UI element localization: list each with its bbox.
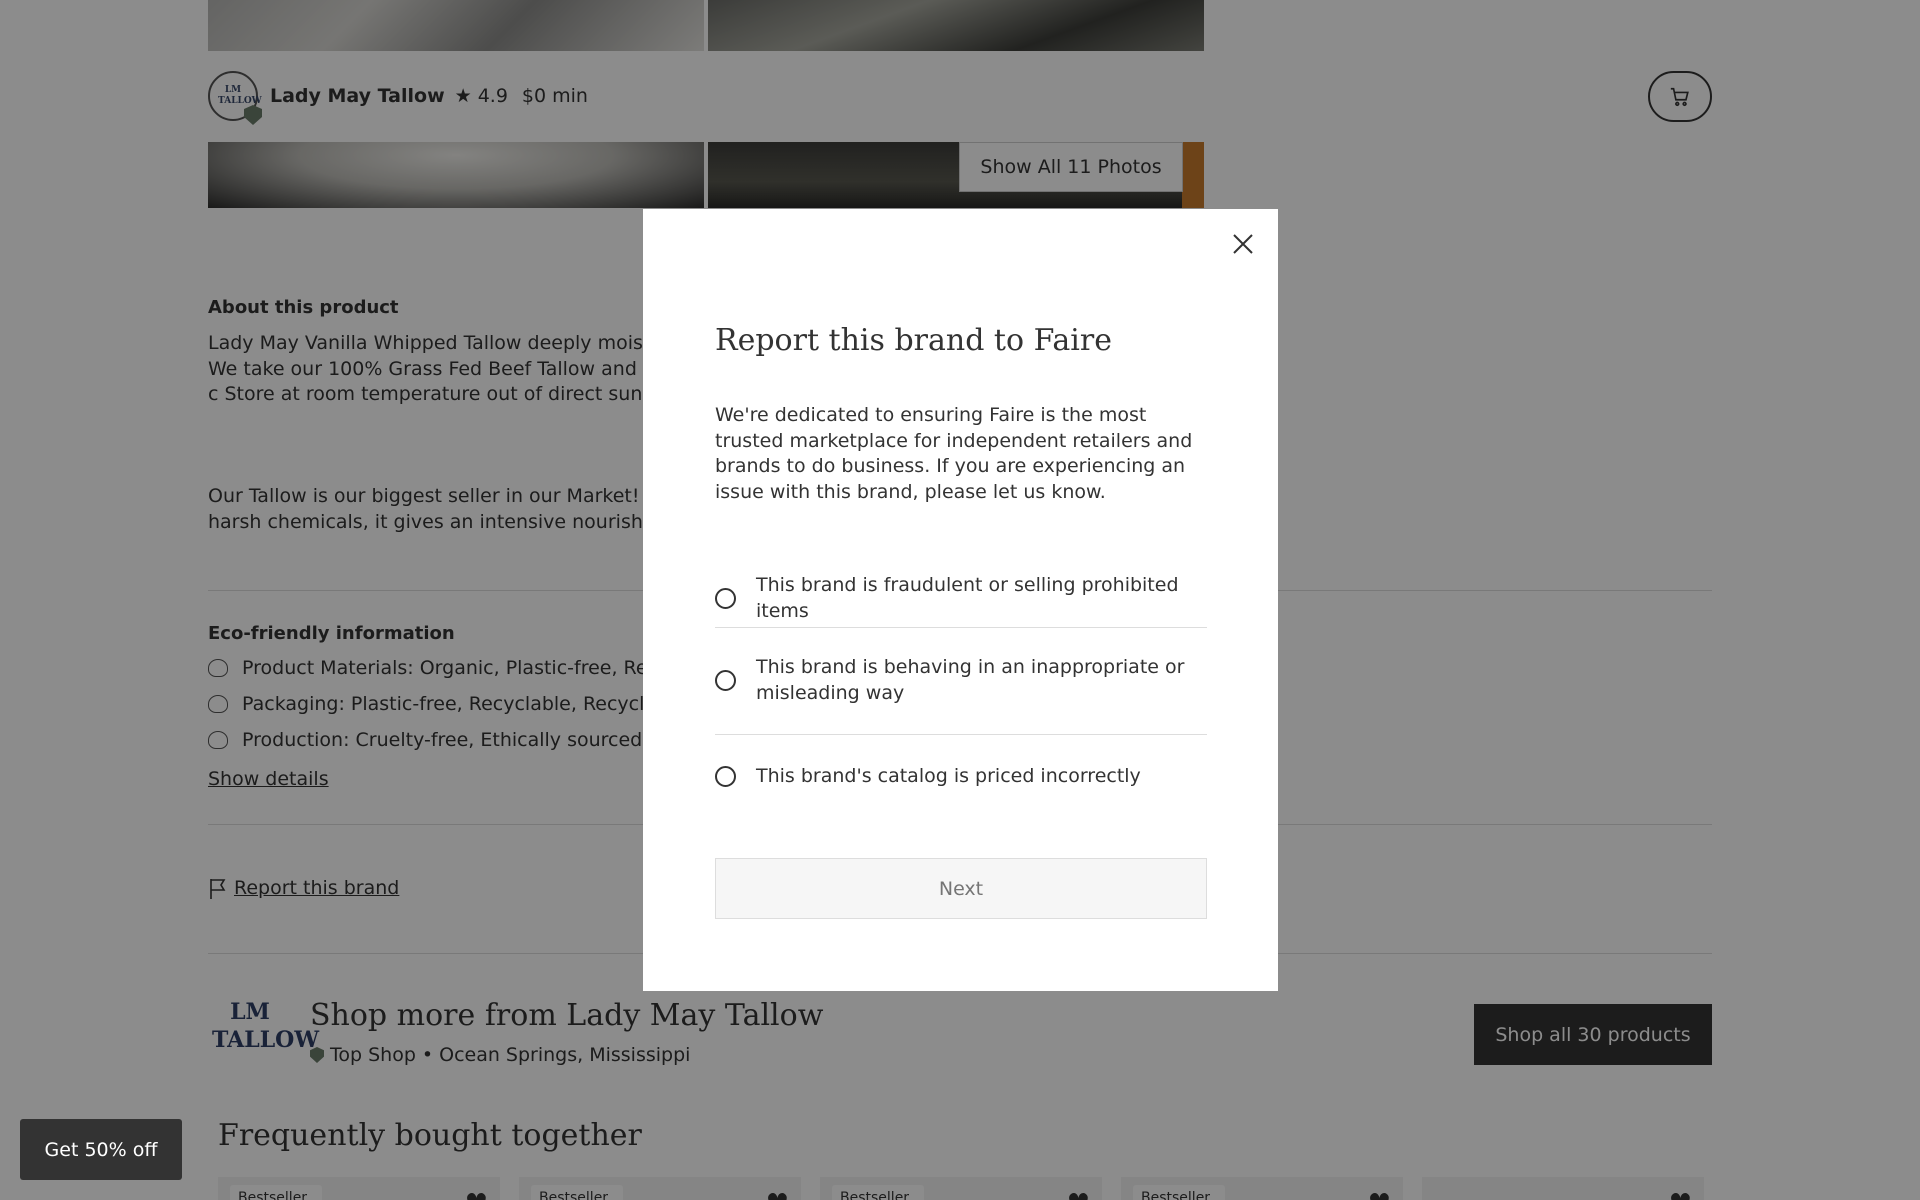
radio-button[interactable] [715, 588, 736, 609]
modal-title: Report this brand to Faire [715, 323, 1112, 358]
option-label: This brand is fraudulent or selling proh… [756, 574, 1179, 622]
option-fraudulent[interactable]: This brand is fraudulent or selling proh… [715, 573, 1207, 624]
modal-description: We're dedicated to ensuring Faire is the… [715, 404, 1193, 503]
option-label: This brand's catalog is priced incorrect… [756, 765, 1141, 787]
report-brand-modal: Report this brand to Faire We're dedicat… [643, 209, 1278, 991]
get-discount-button[interactable]: Get 50% off [20, 1119, 182, 1180]
next-button[interactable]: Next [715, 858, 1207, 919]
close-button[interactable] [1226, 227, 1260, 261]
radio-button[interactable] [715, 766, 736, 788]
close-icon [1233, 234, 1253, 254]
divider [715, 627, 1207, 628]
divider [715, 734, 1207, 735]
radio-button[interactable] [715, 670, 736, 691]
option-inappropriate[interactable]: This brand is behaving in an inappropria… [715, 655, 1207, 706]
option-label: This brand is behaving in an inappropria… [756, 656, 1185, 704]
option-priced-incorrectly[interactable]: This brand's catalog is priced incorrect… [715, 764, 1207, 790]
